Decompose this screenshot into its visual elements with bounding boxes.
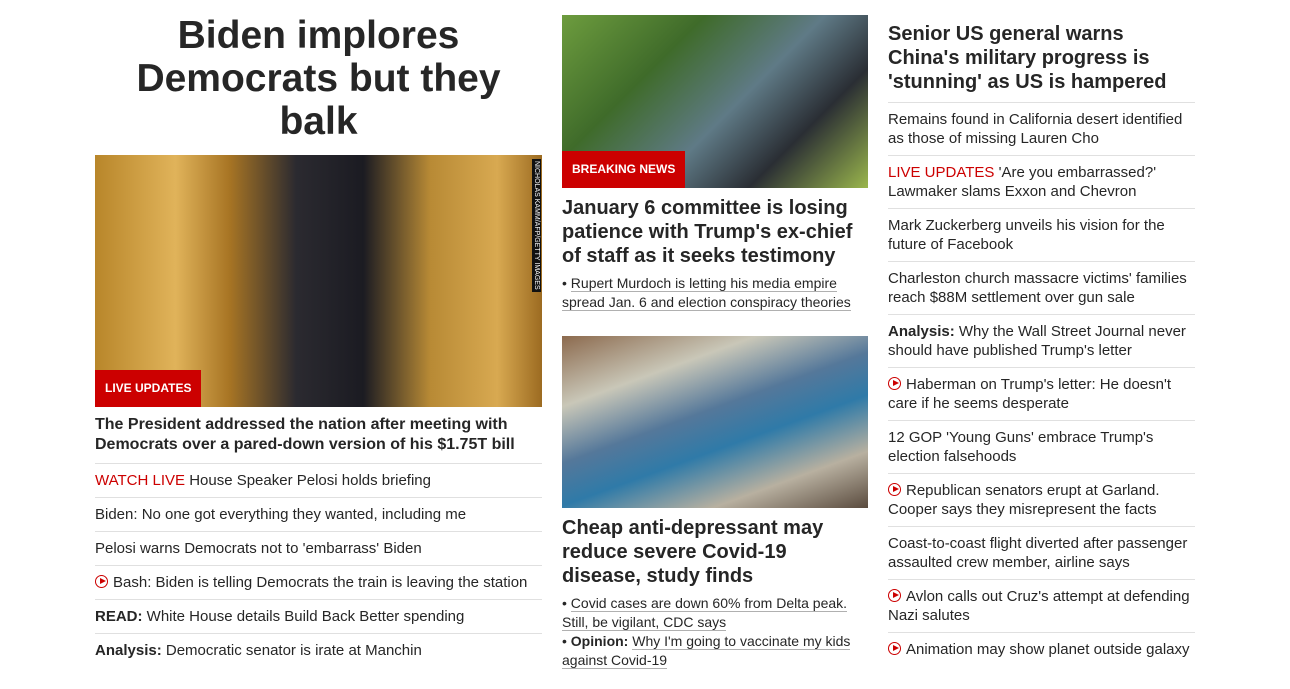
link-text: Charleston church massacre victims' fami… bbox=[888, 270, 1187, 306]
watch-live-label: WATCH LIVE bbox=[95, 472, 186, 489]
list-item[interactable]: • Covid cases are down 60% from Delta pe… bbox=[562, 594, 868, 632]
list-item[interactable]: Analysis: Why the Wall Street Journal ne… bbox=[888, 314, 1195, 367]
list-item[interactable]: Coast-to-coast flight diverted after pas… bbox=[888, 526, 1195, 579]
live-updates-badge: LIVE UPDATES bbox=[95, 370, 202, 407]
link-text: Pelosi warns Democrats not to 'embarrass… bbox=[95, 540, 422, 557]
image-credit: NICHOLAS KAMM/AFP/GETTY IMAGES bbox=[532, 159, 541, 292]
list-item[interactable]: • Rupert Murdoch is letting his media em… bbox=[562, 274, 868, 312]
lead-headline[interactable]: Biden implores Democrats but they balk bbox=[95, 14, 542, 143]
story-image-meadows[interactable]: BREAKING NEWS bbox=[562, 15, 868, 188]
list-item[interactable]: Republican senators erupt at Garland. Co… bbox=[888, 473, 1195, 526]
link-text: White House details Build Back Better sp… bbox=[146, 608, 465, 625]
list-item[interactable]: Remains found in California desert ident… bbox=[888, 102, 1195, 155]
link-text: 12 GOP 'Young Guns' embrace Trump's elec… bbox=[888, 429, 1154, 465]
lead-story-column: Biden implores Democrats but they balk N… bbox=[95, 0, 542, 667]
read-label: READ: bbox=[95, 608, 143, 625]
list-item[interactable]: Bash: Biden is telling Democrats the tra… bbox=[95, 565, 542, 599]
play-icon bbox=[95, 575, 108, 588]
list-item[interactable]: Analysis: Democratic senator is irate at… bbox=[95, 633, 542, 667]
right-column: Senior US general warns China's military… bbox=[888, 0, 1195, 666]
link-text: Democratic senator is irate at Manchin bbox=[165, 642, 422, 659]
list-item[interactable]: • Opinion: Why I'm going to vaccinate my… bbox=[562, 632, 868, 670]
live-updates-label: LIVE UPDATES bbox=[888, 164, 995, 181]
story-image-covid[interactable] bbox=[562, 336, 868, 508]
link-text: Republican senators erupt at Garland. Co… bbox=[888, 482, 1160, 518]
link-text: Avlon calls out Cruz's attempt at defend… bbox=[888, 588, 1190, 624]
list-item[interactable]: Charleston church massacre victims' fami… bbox=[888, 261, 1195, 314]
analysis-label: Analysis: bbox=[95, 642, 162, 659]
lead-related-links: WATCH LIVE House Speaker Pelosi holds br… bbox=[95, 463, 542, 667]
link-text: Bash: Biden is telling Democrats the tra… bbox=[113, 574, 528, 591]
story-bullets: • Rupert Murdoch is letting his media em… bbox=[562, 274, 868, 312]
link-text: Animation may show planet outside galaxy bbox=[906, 641, 1190, 658]
play-icon bbox=[888, 589, 901, 602]
list-item[interactable]: Biden: No one got everything they wanted… bbox=[95, 497, 542, 531]
link-text: Coast-to-coast flight diverted after pas… bbox=[888, 535, 1188, 571]
link-text: Covid cases are down 60% from Delta peak… bbox=[562, 595, 848, 631]
breaking-news-badge: BREAKING NEWS bbox=[562, 151, 686, 188]
analysis-label: Analysis: bbox=[888, 323, 955, 340]
list-item[interactable]: Haberman on Trump's letter: He doesn't c… bbox=[888, 367, 1195, 420]
link-text: Biden: No one got everything they wanted… bbox=[95, 506, 467, 523]
play-icon bbox=[888, 483, 901, 496]
list-item[interactable]: LIVE UPDATES 'Are you embarrassed?' Lawm… bbox=[888, 155, 1195, 208]
list-item[interactable]: Avlon calls out Cruz's attempt at defend… bbox=[888, 579, 1195, 632]
link-text: House Speaker Pelosi holds briefing bbox=[189, 472, 431, 489]
link-text: Haberman on Trump's letter: He doesn't c… bbox=[888, 376, 1172, 412]
link-text: Mark Zuckerberg unveils his vision for t… bbox=[888, 217, 1165, 253]
story-headline[interactable]: Senior US general warns China's military… bbox=[888, 22, 1195, 94]
story-bullets: • Covid cases are down 60% from Delta pe… bbox=[562, 594, 868, 670]
link-text: Rupert Murdoch is letting his media empi… bbox=[562, 275, 851, 311]
story-headline[interactable]: January 6 committee is losing patience w… bbox=[562, 196, 868, 268]
list-item[interactable]: WATCH LIVE House Speaker Pelosi holds br… bbox=[95, 463, 542, 497]
play-icon bbox=[888, 377, 901, 390]
list-item[interactable]: 12 GOP 'Young Guns' embrace Trump's elec… bbox=[888, 420, 1195, 473]
story-headline[interactable]: Cheap anti-depressant may reduce severe … bbox=[562, 516, 868, 588]
list-item[interactable]: READ: White House details Build Back Bet… bbox=[95, 599, 542, 633]
list-item[interactable]: Mark Zuckerberg unveils his vision for t… bbox=[888, 208, 1195, 261]
link-text: Remains found in California desert ident… bbox=[888, 111, 1183, 147]
opinion-label: Opinion: bbox=[570, 633, 629, 649]
lead-subheadline[interactable]: The President addressed the nation after… bbox=[95, 415, 542, 455]
list-item[interactable]: Pelosi warns Democrats not to 'embarrass… bbox=[95, 531, 542, 565]
right-links: Remains found in California desert ident… bbox=[888, 102, 1195, 666]
play-icon bbox=[888, 642, 901, 655]
middle-column: BREAKING NEWS January 6 committee is los… bbox=[562, 0, 868, 670]
lead-story-image[interactable]: NICHOLAS KAMM/AFP/GETTY IMAGES LIVE UPDA… bbox=[95, 155, 542, 407]
list-item[interactable]: Animation may show planet outside galaxy bbox=[888, 632, 1195, 666]
